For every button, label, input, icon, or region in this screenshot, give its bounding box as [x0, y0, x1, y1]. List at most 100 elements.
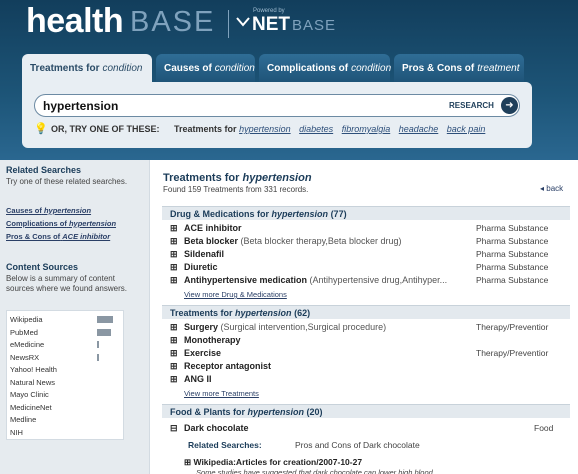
expand-plus-icon[interactable]: ⊞ — [170, 263, 179, 272]
item-name: Antihypertensive medication (Antihyperte… — [184, 275, 448, 285]
content-sources-note: Below is a summary of content sources wh… — [6, 274, 127, 293]
expand-plus-icon[interactable]: ⊞ — [170, 323, 179, 332]
content-source-row[interactable]: Yahoo! Health — [7, 364, 123, 376]
list-item[interactable]: ⊞ Diuretic Pharma Substance — [170, 262, 570, 274]
list-item[interactable]: ⊞ Receptor antagonist — [170, 361, 570, 373]
content-source-name: MedicineNet — [10, 402, 52, 412]
tab-causes-of[interactable]: Causes of condition — [156, 54, 255, 82]
sidebar: Related Searches Try one of these relate… — [0, 160, 149, 474]
content-source-row[interactable]: Mayo Clinic — [7, 389, 123, 401]
content-source-name: Medline — [10, 415, 37, 424]
logo-base: BASE — [130, 6, 216, 38]
site-header: health BASE Powered by NET BASE Treatmen… — [0, 0, 578, 160]
back-link[interactable]: ◂ back — [540, 184, 563, 193]
item-name: Sildenafil — [184, 249, 225, 259]
query-tabs: Treatments for condition Causes of conditi… — [22, 54, 528, 82]
content-source-row[interactable]: eMedicine — [7, 339, 123, 351]
related-search-value[interactable]: Pros and Cons of Dark chocolate — [295, 440, 420, 450]
view-more-drugs-link[interactable]: View more Drug & Medications — [184, 290, 287, 299]
item-name: Receptor antagonist — [184, 361, 272, 371]
lightbulb-icon: 💡 — [34, 123, 48, 135]
related-link-causes[interactable]: Causes of hypertension — [6, 206, 91, 215]
suggestions-label: Treatments for — [174, 124, 237, 134]
suggestion-link-diabetes[interactable]: diabetes — [299, 124, 333, 134]
list-item[interactable]: ⊞ Beta blocker (Beta blocker therapy,Beta… — [170, 236, 570, 248]
netbase-base: BASE — [292, 17, 337, 34]
content-source-row[interactable]: PubMed — [7, 327, 123, 339]
content-source-row[interactable]: Medline — [7, 414, 123, 426]
content-source-bar — [97, 353, 99, 361]
expand-plus-icon[interactable]: ⊞ — [170, 224, 179, 233]
item-name: Dark chocolate — [184, 423, 249, 433]
expand-plus-icon[interactable]: ⊞ — [170, 375, 179, 384]
suggestion-link-hypertension[interactable]: hypertension — [239, 124, 291, 134]
content-source-row[interactable]: Natural News — [7, 377, 123, 389]
section-header-food[interactable]: Food & Plants for hypertension (20) — [162, 404, 570, 418]
related-searches-note: Try one of these related searches. — [6, 177, 128, 186]
section-title: Drug & Medications for hypertension (77) — [170, 209, 347, 219]
item-name: Diuretic — [184, 262, 218, 272]
content-source-row[interactable]: Wikipedia — [7, 314, 123, 326]
logo-health[interactable]: health — [26, 2, 124, 41]
section-header-treatments[interactable]: Treatments for hypertension (62) — [162, 305, 570, 319]
content-source-bar — [97, 341, 99, 348]
wiki-article-title[interactable]: ⊞ Wikipedia:Articles for creation/2007-1… — [184, 457, 362, 468]
content-source-name: NIH — [10, 427, 23, 437]
content-source-row[interactable]: MedicineNet — [7, 402, 123, 414]
content-source-name: Yahoo! Health — [10, 365, 57, 374]
content-source-name: Wikipedia — [10, 315, 43, 324]
expand-plus-icon[interactable]: ⊞ — [170, 336, 179, 345]
list-item[interactable]: ⊞ ACE inhibitor Pharma Substance — [170, 223, 570, 235]
expand-plus-icon[interactable]: ⊞ — [170, 349, 179, 358]
item-type: Therapy/Preventior — [476, 322, 549, 332]
content-source-name: eMedicine — [10, 340, 45, 349]
suggestion-link-back-pain[interactable]: back pain — [447, 124, 486, 134]
content-source-bar — [97, 316, 113, 323]
list-item[interactable]: ⊞ Antihypertensive medication (Antihypert… — [170, 275, 570, 287]
search-input[interactable] — [43, 97, 423, 114]
related-link-complications[interactable]: Complications of hypertension — [6, 219, 116, 228]
item-name: Exercise — [184, 348, 222, 358]
search-panel: RESEARCH ➜ 💡 OR, TRY ONE OF THESE: Treat… — [22, 82, 532, 148]
list-item[interactable]: ⊞ Exercise Therapy/Preventior — [170, 348, 570, 360]
content-source-bar — [97, 328, 111, 336]
list-item[interactable]: ⊞ Monotherapy — [170, 335, 570, 347]
suggestion-link-headache[interactable]: headache — [399, 124, 439, 134]
expand-plus-icon[interactable]: ⊞ — [170, 250, 179, 259]
research-button-label[interactable]: RESEARCH — [449, 101, 494, 110]
content-source-name: NewsRX — [10, 352, 40, 362]
tab-treatments-for[interactable]: Treatments for condition — [22, 54, 152, 82]
related-searches-title: Related Searches — [6, 165, 82, 175]
wiki-snippet: Some studies have suggested that dark ch… — [196, 468, 433, 474]
expand-plus-icon[interactable]: ⊞ — [170, 362, 179, 371]
expand-plus-icon[interactable]: ⊞ — [170, 276, 179, 285]
results-count: Found 159 Treatments from 331 records. — [163, 185, 309, 194]
expand-plus-icon[interactable]: ⊞ — [170, 237, 179, 246]
list-item[interactable]: ⊞ Surgery (Surgical intervention,Surgical… — [170, 322, 570, 334]
tab-complications-of[interactable]: Complications of condition — [259, 54, 391, 82]
item-type: Pharma Substance — [476, 223, 549, 233]
item-name: Surgery (Surgical intervention,Surgical … — [184, 322, 387, 332]
related-searches-label: Related Searches: — [188, 440, 262, 450]
item-type: Pharma Substance — [476, 249, 549, 259]
collapse-minus-icon[interactable]: ⊟ — [170, 424, 179, 433]
item-name: Beta blocker (Beta blocker therapy,Beta … — [184, 236, 402, 246]
content-source-row[interactable]: NIH — [7, 427, 123, 439]
list-item[interactable]: ⊟ Dark chocolate Food — [170, 423, 570, 435]
item-type: Food — [534, 423, 554, 433]
content-source-row[interactable]: NewsRX — [7, 352, 123, 364]
related-link-pros-cons[interactable]: Pros & Cons of ACE inhibitor — [6, 232, 110, 241]
expand-plus-icon[interactable]: ⊞ — [184, 457, 191, 467]
content-sources-title: Content Sources — [6, 262, 79, 272]
list-item[interactable]: ⊞ Sildenafil Pharma Substance — [170, 249, 570, 261]
content-source-name: Mayo Clinic — [10, 390, 49, 399]
suggestion-link-fibromyalgia[interactable]: fibromyalgia — [342, 124, 391, 134]
page-title: Treatments for hypertension — [163, 172, 312, 184]
list-item[interactable]: ⊞ ANG II — [170, 374, 570, 386]
tab-pros-cons-of[interactable]: Pros & Cons of treatment — [394, 54, 524, 82]
content-sources-table: Wikipedia PubMed eMedicine NewsRX Yahoo! Hea… — [6, 310, 124, 440]
research-arrow-icon[interactable]: ➜ — [501, 97, 518, 114]
section-header-drugs[interactable]: Drug & Medications for hypertension (77) — [162, 206, 570, 220]
netbase-logo-icon — [236, 17, 250, 27]
view-more-treatments-link[interactable]: View more Treatments — [184, 389, 259, 398]
